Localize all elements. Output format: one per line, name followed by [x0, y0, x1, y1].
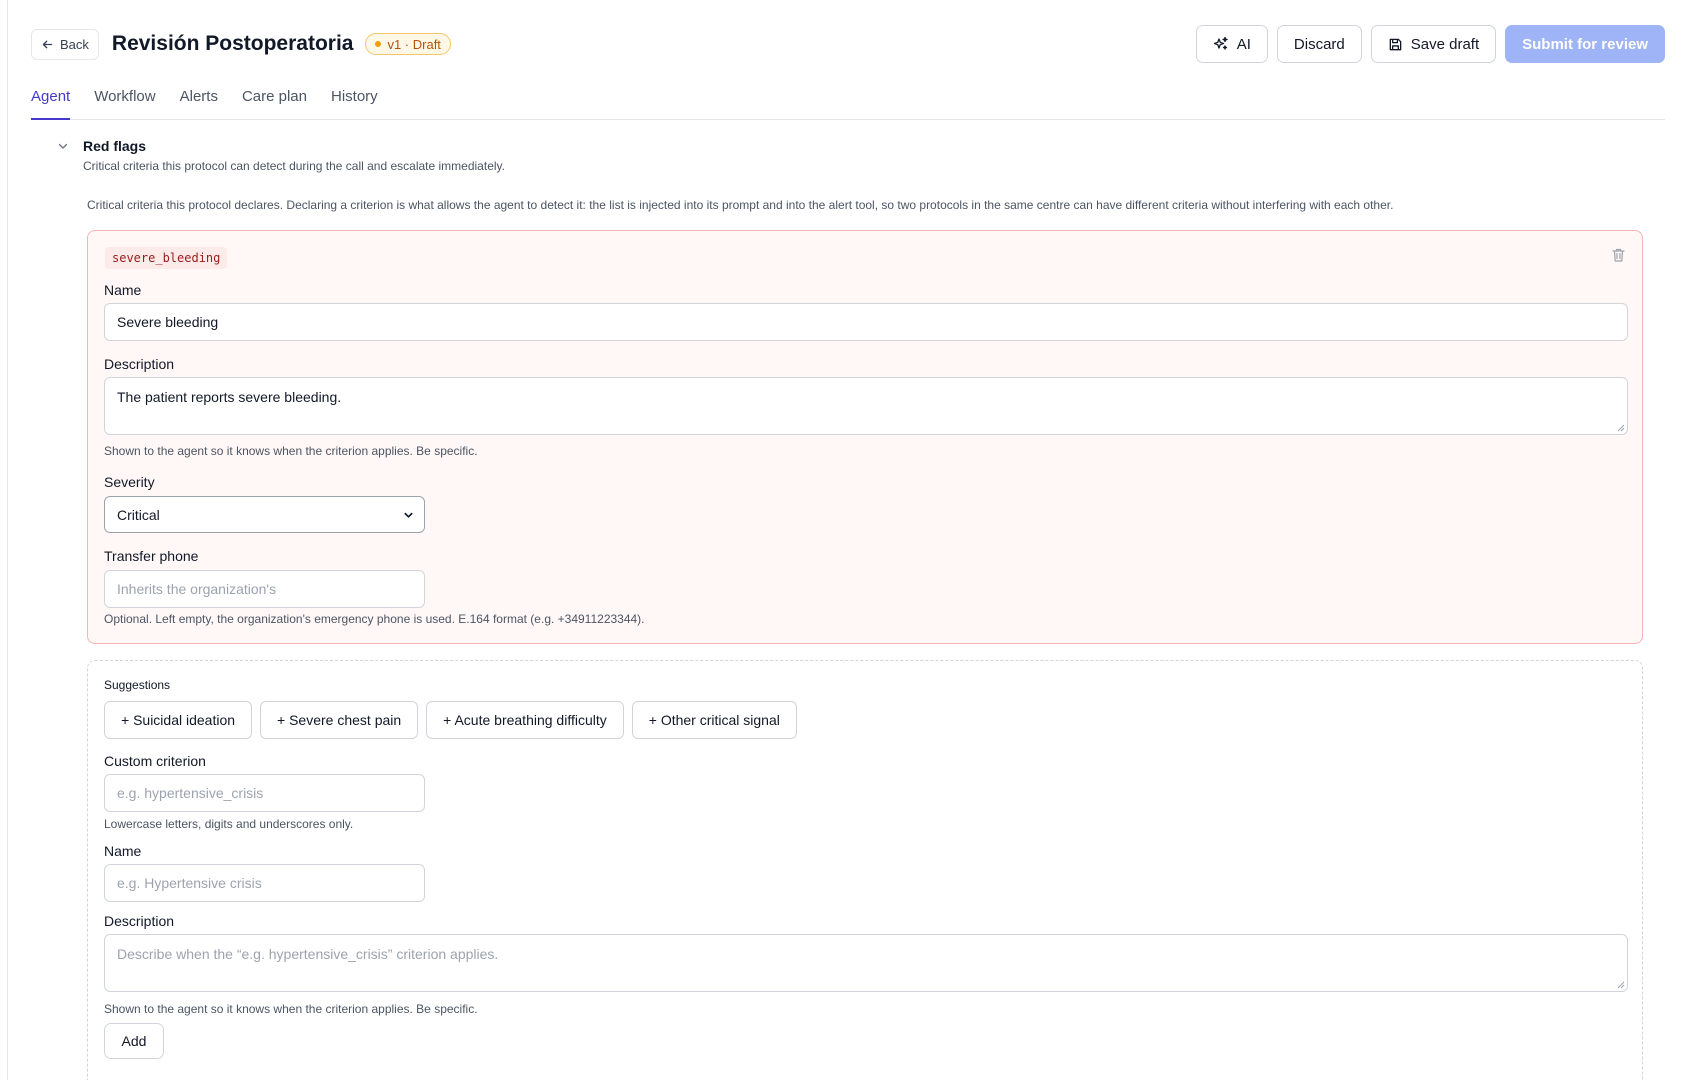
description-textarea[interactable]: The patient reports severe bleeding. [104, 377, 1628, 435]
criterion-card: severe_bleeding Name Severe bleeding Des… [87, 230, 1643, 644]
new-name-input[interactable]: e.g. Hypertensive crisis [104, 864, 425, 902]
tab-care-plan[interactable]: Care plan [242, 82, 307, 120]
new-description-placeholder: Describe when the “e.g. hypertensive_cri… [117, 946, 499, 962]
status-badge-label: v1 · Draft [387, 36, 441, 52]
transfer-phone-label: Transfer phone [104, 548, 199, 564]
transfer-phone-help: Optional. Left empty, the organization's… [104, 612, 645, 626]
transfer-phone-input[interactable]: Inherits the organization's [104, 570, 425, 608]
discard-button[interactable]: Discard [1276, 25, 1362, 63]
tab-history[interactable]: History [331, 82, 378, 120]
arrow-left-icon [42, 40, 53, 48]
description-help: Shown to the agent so it knows when the … [104, 444, 478, 458]
tab-alerts[interactable]: Alerts [180, 82, 218, 120]
header-actions: AI Discard Save draft Submit for review [1195, 25, 1665, 63]
criterion-code: severe_bleeding [105, 247, 228, 269]
save-draft-label: Save draft [1410, 35, 1480, 53]
new-description-label: Description [104, 913, 175, 929]
custom-criterion-label: Custom criterion [104, 753, 206, 769]
section-description: Critical criteria this protocol declares… [87, 198, 1394, 212]
save-draft-button[interactable]: Save draft [1370, 25, 1497, 63]
left-divider [7, 0, 8, 1080]
severity-label: Severity [104, 474, 155, 490]
page-header: Back Revisión Postoperatoria v1 · Draft … [31, 24, 1665, 64]
new-description-help: Shown to the agent so it knows when the … [104, 1002, 478, 1016]
sparkles-icon [1213, 36, 1228, 50]
description-label: Description [104, 356, 175, 372]
severity-select[interactable]: Critical [104, 496, 425, 533]
suggestion-chip[interactable]: + Acute breathing difficulty [426, 701, 624, 739]
section-title: Red flags [83, 138, 147, 154]
suggestion-chip[interactable]: + Suicidal ideation [104, 701, 253, 739]
name-label: Name [104, 282, 142, 298]
tab-workflow[interactable]: Workflow [94, 82, 155, 120]
custom-criterion-help: Lowercase letters, digits and underscore… [104, 817, 354, 831]
status-dot-icon [375, 41, 382, 47]
resize-handle-icon[interactable] [1617, 424, 1625, 432]
description-value: The patient reports severe bleeding. [117, 389, 342, 405]
suggestion-chip[interactable]: + Severe chest pain [260, 701, 419, 739]
tab-agent[interactable]: Agent [31, 82, 71, 120]
name-field[interactable]: Severe bleeding [104, 303, 1628, 341]
submit-for-review-button[interactable]: Submit for review [1505, 25, 1665, 63]
back-label: Back [60, 36, 89, 52]
suggestions-title: Suggestions [104, 678, 171, 692]
back-button[interactable]: Back [31, 28, 99, 60]
ai-label: AI [1236, 35, 1251, 53]
custom-criterion-input[interactable]: e.g. hypertensive_crisis [104, 774, 425, 812]
chevron-down-icon[interactable] [57, 140, 69, 152]
add-criterion-button[interactable]: Add [104, 1023, 164, 1059]
chevron-down-icon [404, 512, 413, 518]
save-icon [1389, 38, 1402, 50]
page-title: Revisión Postoperatoria [111, 32, 354, 55]
trash-icon[interactable] [1611, 247, 1626, 263]
resize-handle-icon[interactable] [1617, 981, 1625, 989]
add-criterion-panel: Suggestions + Suicidal ideation + Severe… [87, 660, 1643, 1080]
suggestion-chip[interactable]: + Other critical signal [631, 701, 797, 739]
severity-value: Critical [117, 506, 160, 523]
new-description-textarea[interactable]: Describe when the “e.g. hypertensive_cri… [104, 934, 1628, 992]
ai-button[interactable]: AI [1195, 25, 1268, 63]
new-name-label: Name [104, 843, 142, 859]
suggestion-chips: + Suicidal ideation + Severe chest pain … [104, 701, 797, 739]
tab-bar: Agent Workflow Alerts Care plan History [31, 82, 1665, 120]
status-badge: v1 · Draft [365, 33, 451, 55]
section-subtitle: Critical criteria this protocol can dete… [83, 159, 505, 173]
